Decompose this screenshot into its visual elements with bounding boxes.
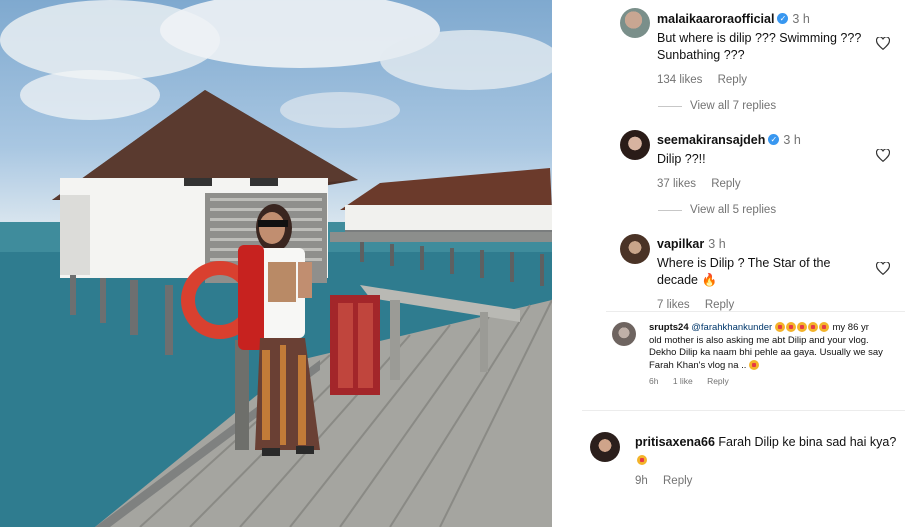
timestamp: 3 h [708, 237, 726, 251]
panel-gap [552, 0, 582, 527]
comment-text: Where is Dilip ? The Star of the decade … [657, 256, 831, 287]
heart-icon[interactable] [876, 262, 890, 275]
view-replies-button[interactable]: View all 5 replies [658, 204, 776, 216]
reply-button[interactable]: Reply [711, 178, 740, 190]
username[interactable]: malaikaaroraofficial [657, 12, 774, 26]
avatar[interactable] [590, 432, 620, 462]
timestamp: 3 h [783, 133, 801, 147]
heart-icon[interactable] [876, 149, 890, 162]
section-divider [606, 311, 905, 312]
reply-button[interactable]: Reply [718, 74, 747, 86]
comment-meta: 37 likes Reply [657, 178, 897, 190]
comment-text: Dilip ??!! [657, 152, 706, 166]
comment-meta: 7 likes Reply [657, 299, 897, 311]
comment-meta: 134 likes Reply [657, 74, 897, 86]
likes-count[interactable]: 7 likes [657, 299, 690, 311]
timestamp: 3 h [792, 12, 810, 26]
view-replies-button[interactable]: View all 7 replies [658, 100, 776, 112]
username[interactable]: srupts24 [649, 322, 689, 333]
timestamp: 6h [649, 376, 659, 386]
comment-meta: 9h Reply [635, 475, 905, 487]
reply-button[interactable]: Reply [705, 299, 734, 311]
verified-badge-icon: ✓ [777, 13, 789, 25]
emoji-row [774, 322, 830, 333]
heart-icon[interactable] [876, 37, 890, 50]
reply-button[interactable]: Reply [663, 475, 692, 487]
likes-count[interactable]: 1 like [673, 376, 693, 386]
comment-text: pritisaxena66 Farah Dilip ke bina sad ha… [635, 434, 905, 468]
avatar[interactable] [612, 322, 636, 346]
timestamp: 9h [635, 475, 648, 487]
comment-text: srupts24 @farahkhankunder my 86 yr old m… [649, 322, 883, 371]
emoji-icon [749, 359, 760, 370]
verified-badge-icon: ✓ [768, 134, 780, 146]
likes-count[interactable]: 134 likes [657, 74, 702, 86]
photo-scene [0, 0, 552, 527]
emoji-icon [637, 454, 647, 465]
likes-count[interactable]: 37 likes [657, 178, 696, 190]
post-photo[interactable] [0, 0, 552, 527]
avatar[interactable] [620, 234, 650, 264]
avatar[interactable] [620, 130, 650, 160]
username[interactable]: pritisaxena66 [635, 435, 715, 449]
avatar[interactable] [620, 8, 650, 38]
mention-link[interactable]: @farahkhankunder [691, 322, 772, 333]
comment-meta: 6h 1 like Reply [649, 376, 904, 386]
username[interactable]: seemakiransajdeh [657, 133, 765, 147]
section-divider [582, 410, 905, 411]
reply-button[interactable]: Reply [707, 376, 729, 386]
username[interactable]: vapilkar [657, 237, 704, 251]
comment-text: But where is dilip ??? Swimming ??? Sunb… [657, 31, 862, 62]
